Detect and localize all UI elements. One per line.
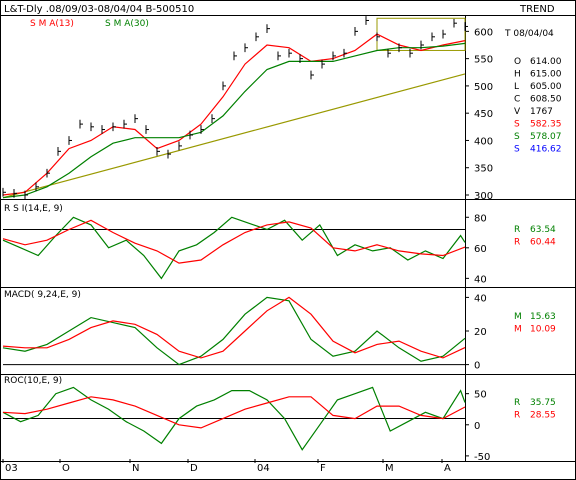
trend-label: TREND bbox=[519, 4, 555, 15]
readout-key: S bbox=[514, 145, 520, 155]
chart-frame bbox=[0, 0, 576, 480]
readout-key: R bbox=[514, 225, 520, 235]
x-tick-label: F bbox=[320, 463, 326, 474]
readout-key: L bbox=[514, 82, 519, 92]
legend-sma-13: S M A(13) bbox=[30, 19, 74, 29]
panels: 300350400450500550600 T 08/04/04O 614.00H 6… bbox=[2, 16, 562, 474]
readout-value: 608.50 bbox=[530, 95, 562, 105]
readout-value: 614.00 bbox=[530, 57, 562, 67]
readout-key: R bbox=[514, 238, 520, 248]
readout-key: V bbox=[514, 107, 521, 117]
y-tick-label: 20 bbox=[474, 327, 487, 338]
y-tick-label: 0 bbox=[474, 421, 480, 432]
y-tick-label: -50 bbox=[474, 452, 490, 463]
readout-key: M bbox=[514, 312, 522, 322]
y-tick-label: 40 bbox=[474, 293, 487, 304]
indicator-title: ROC(10,E, 9) bbox=[4, 376, 62, 386]
readout-value: 10.09 bbox=[530, 325, 556, 335]
series-line-1 bbox=[2, 396, 466, 429]
panel-3: -50 0 50 ROC(10,E, 9) R 35.75 R 28.55 bbox=[2, 376, 556, 463]
y-tick-label: 80 bbox=[474, 213, 487, 224]
series-line-1 bbox=[2, 42, 466, 199]
readout-date: T 08/04/04 bbox=[504, 29, 554, 39]
readout-value: 578.07 bbox=[530, 132, 562, 142]
x-tick-label: A bbox=[444, 463, 451, 474]
x-tick-label: D bbox=[190, 463, 198, 474]
readout-key: R bbox=[514, 411, 520, 421]
panel-1: 40 60 80 R S I(14,E, 9) R 63.54 R 60.44 bbox=[2, 204, 556, 285]
x-tick-label: 03 bbox=[5, 463, 18, 474]
x-tick-label: M bbox=[385, 463, 394, 474]
readout-key: O bbox=[514, 57, 521, 67]
y-tick-label: 300 bbox=[474, 191, 493, 202]
indicator-title: MACD( 9,24,E, 9) bbox=[4, 290, 81, 300]
readout-key: R bbox=[514, 398, 520, 408]
indicator-title: R S I(14,E, 9) bbox=[4, 204, 63, 214]
y-tick-label: 500 bbox=[474, 82, 493, 93]
readout-key: S bbox=[514, 132, 520, 142]
y-tick-label: 400 bbox=[474, 136, 493, 147]
readout-value: 416.62 bbox=[530, 145, 562, 155]
stock-chart: L&T-Dly .08/09/03-08/04/04 B-500510 TREN… bbox=[0, 0, 576, 480]
outer-border bbox=[0, 0, 576, 480]
readout-value: 60.44 bbox=[530, 238, 556, 248]
readout-value: 15.63 bbox=[530, 312, 556, 322]
panel-2: 0 20 40 MACD( 9,24,E, 9) M 15.63 M 10.09 bbox=[2, 290, 556, 372]
x-tick-label: N bbox=[132, 463, 139, 474]
readout-value: 63.54 bbox=[530, 225, 556, 235]
series-line-1 bbox=[2, 219, 466, 264]
trendline bbox=[2, 73, 466, 199]
x-tick-label: O bbox=[62, 463, 70, 474]
readout-value: 28.55 bbox=[530, 411, 556, 421]
chart-title: L&T-Dly .08/09/03-08/04/04 B-500510 bbox=[4, 4, 194, 15]
y-tick-label: 550 bbox=[474, 55, 493, 66]
legend-sma-30: S M A(30) bbox=[105, 19, 149, 29]
y-tick-label: 350 bbox=[474, 164, 493, 175]
readout-key: H bbox=[514, 70, 521, 80]
y-tick-label: 450 bbox=[474, 109, 493, 120]
y-tick-label: 60 bbox=[474, 244, 487, 255]
readout-value: 615.00 bbox=[530, 70, 562, 80]
x-tick-label: 04 bbox=[257, 463, 270, 474]
readout-value: 35.75 bbox=[530, 398, 556, 408]
y-tick-label: 600 bbox=[474, 27, 493, 38]
series-line-0 bbox=[2, 296, 466, 366]
series-line-0 bbox=[2, 216, 466, 280]
y-tick-label: 40 bbox=[474, 274, 487, 285]
y-tick-label: 50 bbox=[474, 390, 487, 401]
readout-key: S bbox=[514, 120, 520, 130]
readout-key: M bbox=[514, 325, 522, 335]
readout-value: 1767 bbox=[530, 107, 553, 117]
readout-value: 605.00 bbox=[530, 82, 562, 92]
y-tick-label: 0 bbox=[474, 361, 480, 372]
readout-value: 582.35 bbox=[530, 120, 562, 130]
readout-key: C bbox=[514, 95, 520, 105]
